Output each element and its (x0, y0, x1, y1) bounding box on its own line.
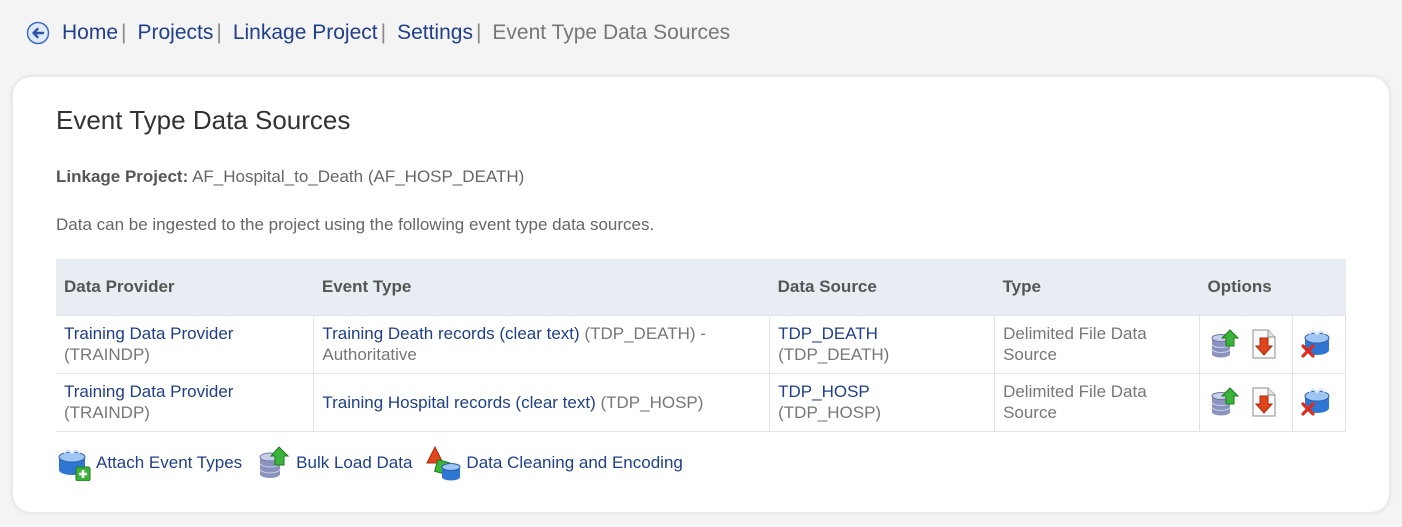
header-event-type: Event Type (313, 259, 770, 315)
bulk-load-data-icon[interactable] (256, 445, 292, 481)
content-card: Event Type Data Sources Linkage Project:… (13, 77, 1389, 512)
linkage-project-value: AF_Hospital_to_Death (AF_HOSP_DEATH) (192, 167, 525, 186)
data-cleaning-action[interactable]: Data Cleaning and Encoding (426, 445, 683, 481)
data-source-link[interactable]: TDP_DEATH (778, 324, 878, 343)
cell-options-delete (1291, 372, 1347, 432)
linkage-project-info: Linkage Project: AF_Hospital_to_Death (A… (56, 167, 524, 187)
linkage-project-label: Linkage Project: (56, 167, 189, 186)
cell-data-provider: Training Data Provider (TRAINDP) (56, 314, 315, 374)
data-source-code: (TDP_DEATH) (778, 345, 890, 364)
action-links: Attach Event Types Bulk Load Data Data C… (56, 445, 697, 481)
remove-event-type-icon[interactable] (1301, 326, 1333, 358)
breadcrumb-home[interactable]: Home (62, 21, 118, 45)
cell-data-source: TDP_HOSP (TDP_HOSP) (769, 372, 996, 432)
breadcrumb-separator: | (216, 21, 222, 44)
data-source-code: (TDP_HOSP) (778, 403, 882, 422)
download-file-icon[interactable] (1248, 328, 1280, 360)
data-cleaning-icon[interactable] (426, 445, 462, 481)
breadcrumb-separator: | (121, 21, 127, 44)
breadcrumb-separator: | (475, 21, 482, 44)
cell-event-type: Training Death records (clear text) (TDP… (313, 314, 771, 374)
cell-type: Delimited File Data Source (994, 314, 1200, 374)
upload-data-icon[interactable] (1208, 328, 1240, 360)
page-title: Event Type Data Sources (56, 105, 351, 135)
breadcrumb-settings[interactable]: Settings (397, 21, 473, 45)
download-file-icon[interactable] (1248, 386, 1280, 418)
table-row: Training Data Provider (TRAINDP) Trainin… (56, 372, 1347, 432)
type-text: Source (1003, 345, 1057, 364)
breadcrumb-linkage-project[interactable]: Linkage Project (233, 21, 378, 45)
data-source-link[interactable]: TDP_HOSP (778, 382, 870, 401)
data-sources-table: Data Provider Event Type Data Source Typ… (56, 259, 1347, 432)
data-provider-code: (TRAINDP) (64, 345, 150, 364)
cell-options-delete (1291, 314, 1347, 374)
upload-data-icon[interactable] (1208, 386, 1240, 418)
event-type-code: (TDP_HOSP) (600, 392, 704, 412)
attach-event-types-action[interactable]: Attach Event Types (56, 445, 242, 481)
attach-event-types-link[interactable]: Attach Event Types (96, 453, 242, 473)
cell-data-provider: Training Data Provider (TRAINDP) (56, 372, 315, 432)
cell-options (1198, 372, 1293, 432)
data-provider-code: (TRAINDP) (64, 403, 150, 422)
type-text: Delimited File Data (1003, 382, 1147, 401)
breadcrumb-projects[interactable]: Projects (138, 21, 214, 45)
back-arrow-icon[interactable] (26, 21, 50, 45)
data-provider-link[interactable]: Training Data Provider (64, 382, 233, 401)
remove-event-type-icon[interactable] (1301, 384, 1333, 416)
header-data-provider: Data Provider (56, 259, 314, 315)
bulk-load-data-action[interactable]: Bulk Load Data (256, 445, 412, 481)
cell-event-type: Training Hospital records (clear text) (… (313, 372, 771, 432)
header-options: Options (1199, 259, 1346, 315)
description-text: Data can be ingested to the project usin… (56, 215, 655, 234)
breadcrumb-separator: | (380, 21, 387, 44)
type-text: Delimited File Data (1003, 324, 1147, 343)
header-data-source: Data Source (769, 259, 995, 315)
breadcrumb-current: Event Type Data Sources (492, 21, 731, 44)
cell-options (1198, 314, 1293, 374)
type-text: Source (1003, 403, 1057, 422)
event-type-link[interactable]: Training Death records (clear text) (322, 324, 579, 343)
header-type: Type (994, 259, 1200, 315)
event-type-note: Authoritative (322, 345, 417, 364)
cell-type: Delimited File Data Source (994, 372, 1200, 432)
breadcrumb: Home | Projects | Linkage Project | Sett… (26, 18, 730, 48)
cell-data-source: TDP_DEATH (TDP_DEATH) (769, 314, 996, 374)
table-header-row: Data Provider Event Type Data Source Typ… (56, 259, 1346, 315)
data-provider-link[interactable]: Training Data Provider (64, 324, 233, 343)
attach-event-types-icon[interactable] (56, 445, 92, 481)
table-row: Training Data Provider (TRAINDP) Trainin… (56, 314, 1347, 374)
data-cleaning-link[interactable]: Data Cleaning and Encoding (466, 453, 682, 473)
event-type-link[interactable]: Training Hospital records (clear text) (322, 393, 595, 412)
bulk-load-data-link[interactable]: Bulk Load Data (296, 453, 412, 473)
event-type-code: (TDP_DEATH) - (584, 324, 706, 343)
